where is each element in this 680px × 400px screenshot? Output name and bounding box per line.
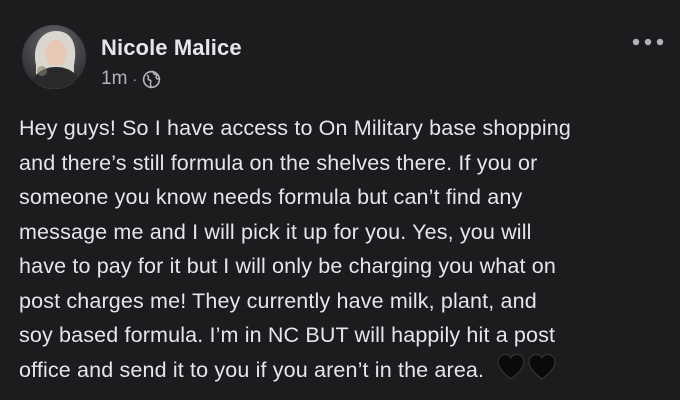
author-name[interactable]: Nicole Malice — [101, 35, 242, 61]
post-body-line: and there’s still formula on the shelves… — [19, 150, 538, 175]
meta-separator: · — [132, 71, 138, 87]
avatar-image — [22, 25, 86, 89]
more-horizontal-icon — [632, 38, 664, 46]
black-heart-icon — [497, 353, 525, 380]
post-body-line: office and send it to you if you aren’t … — [19, 357, 485, 382]
post-body-line: message me and I will pick it up for you… — [19, 219, 532, 244]
post-body: Hey guys! So I have access to On Militar… — [19, 111, 669, 391]
post-body-line: Hey guys! So I have access to On Militar… — [19, 116, 571, 140]
more-options-button[interactable] — [628, 30, 668, 54]
black-heart-emojis — [496, 353, 558, 392]
post-body-line: someone you know needs formula but can’t… — [19, 185, 523, 209]
post-body-line: post charges me! They currently have mil… — [19, 288, 537, 313]
post-meta: 1m · — [101, 66, 161, 92]
globe-icon[interactable] — [142, 70, 161, 89]
black-heart-icon — [528, 353, 556, 380]
post-body-line: have to pay for it but I will only be ch… — [19, 254, 556, 278]
avatar[interactable] — [22, 25, 86, 89]
post-body-line: soy based formula. I’m in NC BUT will ha… — [19, 323, 556, 347]
post-body-last-line: office and send it to you if you aren’t … — [19, 353, 669, 392]
timestamp[interactable]: 1m — [101, 68, 127, 90]
post-card: Nicole Malice 1m · Hey guys! So I have a… — [0, 0, 680, 400]
